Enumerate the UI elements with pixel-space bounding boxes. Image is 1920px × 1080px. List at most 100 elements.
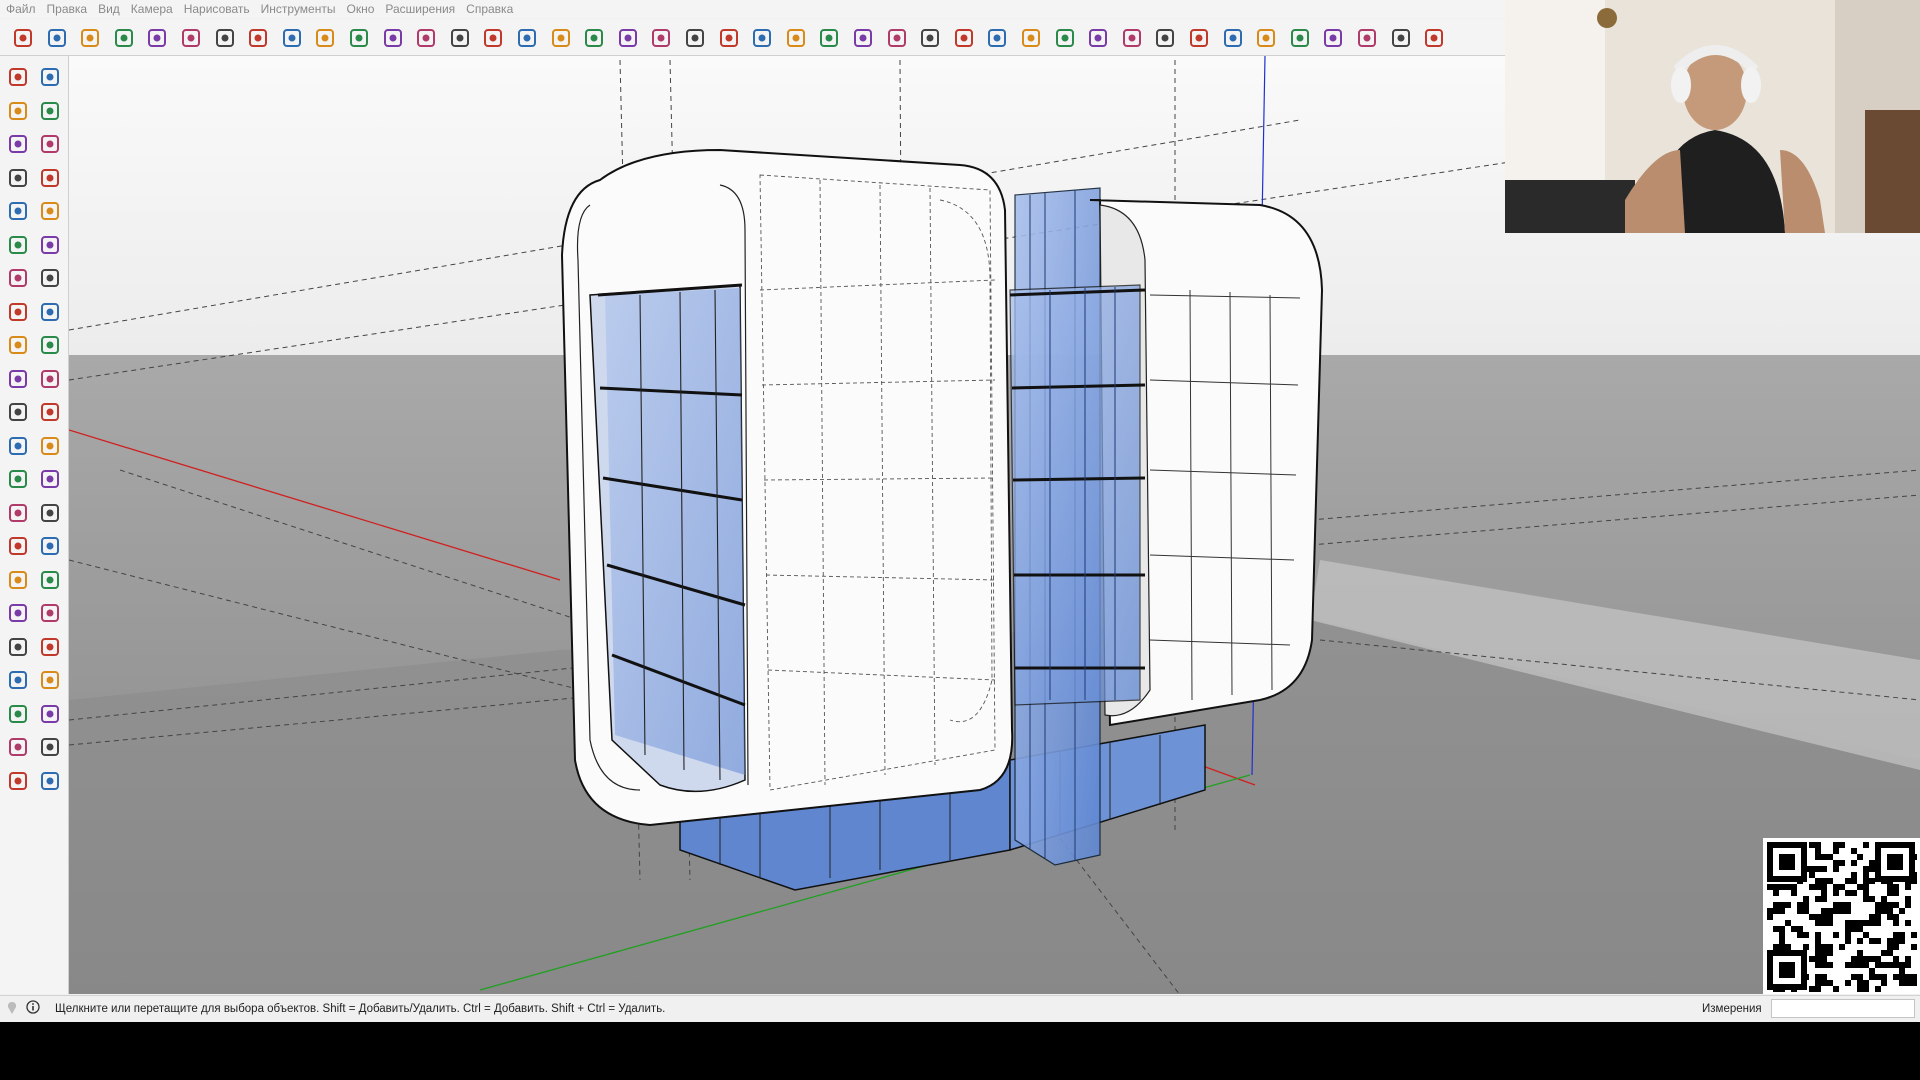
scenes-icon[interactable] [716,25,742,51]
menu-file[interactable]: Файл [6,2,36,16]
line-icon[interactable] [5,165,31,191]
back-edges-icon[interactable] [816,25,842,51]
eraser-icon[interactable] [37,98,63,124]
dimension-icon[interactable] [37,466,63,492]
textured-icon[interactable] [951,25,977,51]
drape-icon[interactable] [1388,25,1414,51]
text-icon[interactable] [37,500,63,526]
layers-icon[interactable] [648,25,674,51]
components-icon[interactable] [5,734,31,760]
status-bar: Щелкните или перетащите для выбора объек… [0,995,1920,1022]
tape-measure-icon[interactable] [5,466,31,492]
previous-view-icon[interactable] [37,634,63,660]
menu-draw[interactable]: Нарисовать [184,2,250,16]
paint-bucket-icon[interactable] [5,98,31,124]
three-point-arc-icon[interactable] [5,299,31,325]
walk-icon[interactable] [5,667,31,693]
account-icon[interactable] [749,25,775,51]
add-detail-icon[interactable] [1421,25,1447,51]
footprints-icon[interactable] [37,667,63,693]
arc-icon[interactable] [5,265,31,291]
section-plane-icon[interactable] [984,25,1010,51]
two-point-arc-icon[interactable] [37,265,63,291]
follow-me-icon[interactable] [245,25,271,51]
make-component-icon[interactable] [5,131,31,157]
pan-icon[interactable] [514,25,540,51]
scale-icon[interactable] [5,399,31,425]
stamp-icon[interactable] [1354,25,1380,51]
rectangle-icon[interactable] [5,198,31,224]
zoom-extents-icon[interactable] [5,634,31,660]
3d-text-icon[interactable] [37,433,63,459]
layers-icon[interactable] [5,768,31,794]
orbit-icon[interactable] [5,567,31,593]
measurements-input[interactable] [1771,999,1915,1018]
section-fill-icon[interactable] [1018,25,1044,51]
geolocation-icon[interactable] [6,1001,18,1015]
shaded-icon[interactable] [917,25,943,51]
push-pull-icon[interactable] [37,332,63,358]
back-view-icon[interactable] [1186,25,1212,51]
zoom-window-icon[interactable] [37,600,63,626]
xray-icon[interactable] [783,25,809,51]
offset-icon[interactable] [380,25,406,51]
rotated-rectangle-icon[interactable] [37,198,63,224]
protractor-icon[interactable] [5,500,31,526]
menu-view[interactable]: Вид [98,2,120,16]
rotate-icon[interactable] [312,25,338,51]
move-icon[interactable] [5,332,31,358]
pencil-line-icon[interactable] [111,25,137,51]
polygon-icon[interactable] [37,232,63,258]
section-plane-icon[interactable] [37,533,63,559]
right-view-icon[interactable] [1152,25,1178,51]
top-view-icon[interactable] [1085,25,1111,51]
orbit-icon[interactable] [37,64,63,90]
eraser-icon[interactable] [77,25,103,51]
sandbox-from-contours-icon[interactable] [1253,25,1279,51]
styles-icon[interactable] [682,25,708,51]
zoom-icon[interactable] [548,25,574,51]
pan-icon[interactable] [37,567,63,593]
front-view-icon[interactable] [1119,25,1145,51]
paint-bucket-icon[interactable] [447,25,473,51]
menu-camera[interactable]: Камера [131,2,173,16]
styles-icon[interactable] [37,734,63,760]
select-arrow-icon[interactable] [44,25,70,51]
components-icon[interactable] [615,25,641,51]
push-pull-icon[interactable] [212,25,238,51]
move-icon[interactable] [279,25,305,51]
select-icon[interactable] [5,64,31,90]
info-icon[interactable] [26,1000,40,1014]
menu-extensions[interactable]: Расширения [385,2,455,16]
freehand-icon[interactable] [144,25,170,51]
axes-icon[interactable] [5,433,31,459]
rectangle-icon[interactable] [178,25,204,51]
scale-icon[interactable] [346,25,372,51]
hidden-line-icon[interactable] [884,25,910,51]
tape-measure-icon[interactable] [37,131,63,157]
zoom-extents-icon[interactable] [581,25,607,51]
rotate-icon[interactable] [5,366,31,392]
freehand-icon[interactable] [37,165,63,191]
iso-view-icon[interactable] [1052,25,1078,51]
follow-me-icon[interactable] [37,366,63,392]
scenes-icon[interactable] [37,768,63,794]
offset-icon[interactable] [37,399,63,425]
search-icon[interactable] [10,25,36,51]
menu-tools[interactable]: Инструменты [261,2,336,16]
position-camera-icon[interactable] [5,533,31,559]
circle-icon[interactable] [5,232,31,258]
wireframe-icon[interactable] [850,25,876,51]
menu-edit[interactable]: Правка [47,2,88,16]
orbit-icon[interactable] [480,25,506,51]
zoom-icon[interactable] [5,600,31,626]
audio-icon[interactable] [37,701,63,727]
menu-window[interactable]: Окно [346,2,374,16]
tape-measure-icon[interactable] [413,25,439,51]
menu-help[interactable]: Справка [466,2,513,16]
look-around-icon[interactable] [5,701,31,727]
left-view-icon[interactable] [1220,25,1246,51]
pie-icon[interactable] [37,299,63,325]
smoove-icon[interactable] [1320,25,1346,51]
sandbox-from-scratch-icon[interactable] [1287,25,1313,51]
